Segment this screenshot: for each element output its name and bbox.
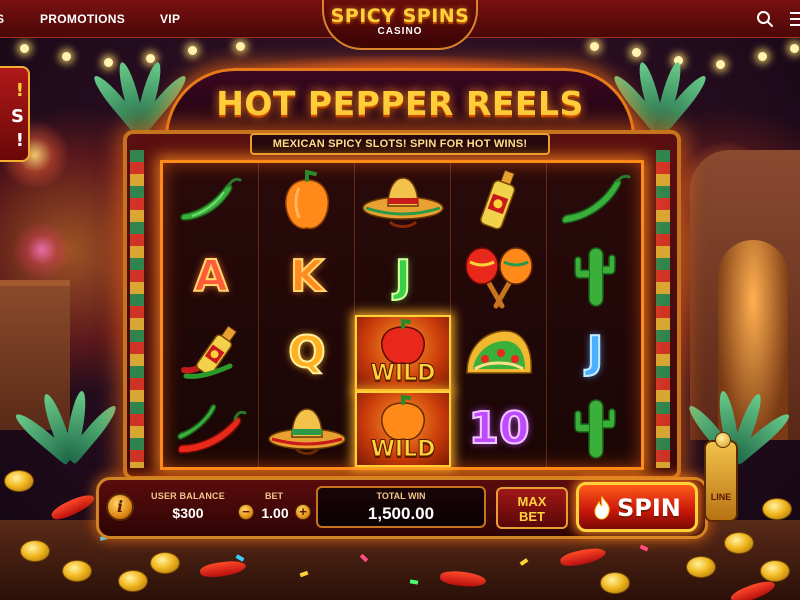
menu-icon[interactable] xyxy=(790,12,800,26)
lever-knob[interactable] xyxy=(715,432,731,448)
chili-pepper xyxy=(49,490,97,524)
frame-pattern-right xyxy=(656,150,670,468)
nav-item-vip[interactable]: VIP xyxy=(160,12,180,26)
reel: J xyxy=(547,163,643,467)
gold-coin xyxy=(600,572,630,594)
symbol-chili-pair xyxy=(163,391,259,467)
nav-item-promotions[interactable]: PROMOTIONS xyxy=(40,12,125,26)
gold-coin xyxy=(4,470,34,492)
symbol-tequila-bottle xyxy=(163,315,259,391)
symbol-orange-pepper xyxy=(259,163,355,239)
game-title: HOT PEPPER REELS xyxy=(216,84,584,123)
total-win-value: 1,500.00 xyxy=(367,504,435,523)
nav-item-partial[interactable]: S xyxy=(0,12,4,26)
symbol-letter-q: Q xyxy=(287,327,326,378)
casino-logo[interactable]: SPICY SPINS CASINO xyxy=(322,0,478,50)
bet-value: 1.00 xyxy=(261,505,289,521)
balance-label: USER BALANCE xyxy=(151,491,225,501)
logo-subtitle: CASINO xyxy=(377,26,423,37)
wild-label: WILD xyxy=(370,361,436,387)
symbol-letter-a: A xyxy=(193,251,229,302)
symbol-cactus xyxy=(547,239,643,315)
max-bet-label-line1: MAX xyxy=(517,494,547,509)
symbol-sombrero xyxy=(259,391,355,467)
gold-coin xyxy=(118,570,148,592)
promo-banner[interactable]: ! S ! xyxy=(0,66,30,162)
reel: 10 xyxy=(451,163,547,467)
balance-value: $300 xyxy=(172,505,204,521)
gold-coin xyxy=(760,560,790,582)
symbol-green-chili xyxy=(163,163,259,239)
promo-text-line: S xyxy=(11,106,24,127)
gold-coin xyxy=(20,540,50,562)
symbol-tequila-bottle xyxy=(451,163,547,239)
search-icon[interactable] xyxy=(756,10,774,28)
symbol-letter-j: J xyxy=(394,251,412,302)
max-bet-label-line2: BET xyxy=(519,509,545,524)
promo-text-line: ! xyxy=(15,130,24,151)
reel: A xyxy=(163,163,259,467)
game-subtitle: MEXICAN SPICY SLOTS! SPIN FOR HOT WINS! xyxy=(250,133,550,155)
bet-increase-button[interactable]: + xyxy=(295,504,311,520)
symbol-wild-red-pepper: WILD xyxy=(355,315,451,391)
symbol-cactus xyxy=(547,391,643,467)
symbol-maracas xyxy=(451,239,547,315)
symbol-sombrero xyxy=(355,163,451,239)
promo-text-line: ! xyxy=(15,80,24,101)
symbol-wild-orange-pepper: WILD xyxy=(355,391,451,467)
flame-icon xyxy=(594,496,610,520)
gold-coin xyxy=(686,556,716,578)
gold-coin xyxy=(724,532,754,554)
gold-coin xyxy=(150,552,180,574)
adobe-building xyxy=(0,280,70,430)
reel: K Q xyxy=(259,163,355,467)
symbol-letter-k: K xyxy=(289,251,325,302)
logo-title: SPICY SPINS xyxy=(330,5,470,27)
symbol-green-chili xyxy=(547,163,643,239)
line-lever[interactable]: LINE xyxy=(704,432,738,522)
symbol-taco xyxy=(451,315,547,391)
bet-decrease-button[interactable]: − xyxy=(238,504,254,520)
info-button[interactable]: i xyxy=(106,493,134,521)
firework xyxy=(12,220,72,280)
frame-pattern-left xyxy=(130,150,144,468)
total-win-label: TOTAL WIN xyxy=(376,491,426,501)
max-bet-button[interactable]: MAX BET xyxy=(496,487,568,529)
bet-label: BET xyxy=(265,491,283,501)
reel-grid: A K Q J WILD WILD 10 J xyxy=(160,160,644,470)
spin-button[interactable]: SPIN xyxy=(576,482,698,532)
spin-label: SPIN xyxy=(617,494,681,522)
gold-coin xyxy=(62,560,92,582)
line-label: LINE xyxy=(710,492,732,502)
symbol-letter-j: J xyxy=(586,327,604,378)
symbol-number-10: 10 xyxy=(467,403,530,454)
gold-coin xyxy=(762,498,792,520)
adobe-arch xyxy=(690,150,800,440)
reel: J WILD WILD xyxy=(355,163,451,467)
wild-label: WILD xyxy=(370,437,436,463)
